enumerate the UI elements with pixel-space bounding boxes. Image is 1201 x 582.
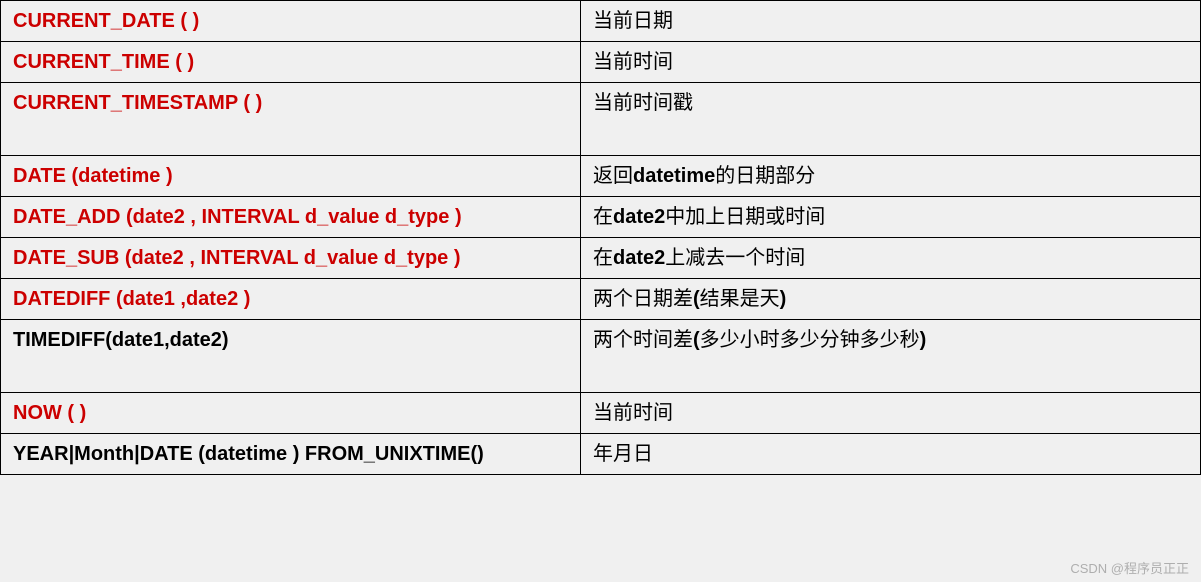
function-cell: DATE_ADD (date2 , INTERVAL d_value d_typ… — [1, 197, 581, 238]
function-cell: NOW ( ) — [1, 393, 581, 434]
description-cell: 两个日期差(结果是天) — [581, 279, 1201, 320]
function-cell: DATE_SUB (date2 , INTERVAL d_value d_typ… — [1, 238, 581, 279]
table-row: CURRENT_TIME ( )当前时间 — [1, 42, 1201, 83]
watermark: CSDN @程序员正正 — [1070, 558, 1189, 577]
description-cell: 当前时间戳 — [581, 83, 1201, 156]
description-cell: 在date2上减去一个时间 — [581, 238, 1201, 279]
function-cell: CURRENT_TIMESTAMP ( ) — [1, 83, 581, 156]
table-row: TIMEDIFF(date1,date2)两个时间差(多少小时多少分钟多少秒) — [1, 320, 1201, 393]
function-cell: YEAR|Month|DATE (datetime ) FROM_UNIXTIM… — [1, 434, 581, 475]
table-row: DATE_SUB (date2 , INTERVAL d_value d_typ… — [1, 238, 1201, 279]
table-row: DATE_ADD (date2 , INTERVAL d_value d_typ… — [1, 197, 1201, 238]
table-row: DATEDIFF (date1 ,date2 )两个日期差(结果是天) — [1, 279, 1201, 320]
description-cell: 两个时间差(多少小时多少分钟多少秒) — [581, 320, 1201, 393]
description-cell: 返回datetime的日期部分 — [581, 156, 1201, 197]
description-cell: 当前时间 — [581, 42, 1201, 83]
table-row: CURRENT_TIMESTAMP ( )当前时间戳 — [1, 83, 1201, 156]
function-cell: DATEDIFF (date1 ,date2 ) — [1, 279, 581, 320]
table-row: CURRENT_DATE ( )当前日期 — [1, 1, 1201, 42]
description-cell: 在date2中加上日期或时间 — [581, 197, 1201, 238]
table-row: NOW ( )当前时间 — [1, 393, 1201, 434]
table-row: YEAR|Month|DATE (datetime ) FROM_UNIXTIM… — [1, 434, 1201, 475]
description-cell: 当前日期 — [581, 1, 1201, 42]
description-cell: 当前时间 — [581, 393, 1201, 434]
description-cell: 年月日 — [581, 434, 1201, 475]
date-functions-table: CURRENT_DATE ( )当前日期CURRENT_TIME ( )当前时间… — [0, 0, 1201, 475]
function-cell: CURRENT_DATE ( ) — [1, 1, 581, 42]
function-cell: CURRENT_TIME ( ) — [1, 42, 581, 83]
function-cell: TIMEDIFF(date1,date2) — [1, 320, 581, 393]
function-cell: DATE (datetime ) — [1, 156, 581, 197]
table-row: DATE (datetime )返回datetime的日期部分 — [1, 156, 1201, 197]
